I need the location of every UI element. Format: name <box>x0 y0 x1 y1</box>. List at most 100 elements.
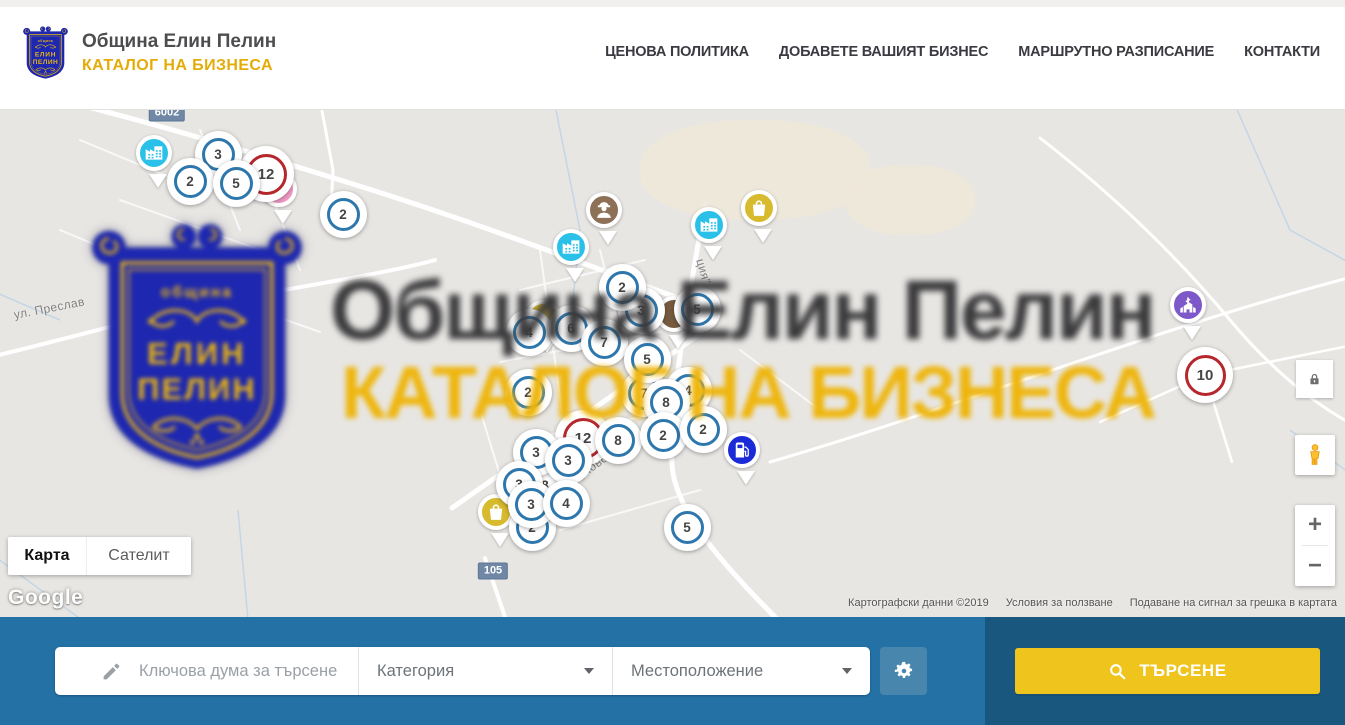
location-dropdown[interactable]: Местоположение <box>612 647 870 695</box>
zoom-in-button[interactable]: + <box>1295 505 1335 545</box>
cluster-count: 2 <box>174 165 207 198</box>
road-number-badge: 105 <box>478 563 508 580</box>
cluster-marker[interactable]: 5 <box>664 504 711 551</box>
bag-icon <box>486 502 506 522</box>
map-attribution: Картографски данни ©2019 Условия за полз… <box>848 597 1337 609</box>
search-bar: Категория Местоположение ТЪРСЕНЕ <box>0 617 1345 725</box>
keyword-section <box>55 647 358 695</box>
pin-tail <box>566 268 584 282</box>
municipality-crest-icon <box>22 25 69 80</box>
keyword-search-input[interactable] <box>139 662 359 681</box>
search-button[interactable]: ТЪРСЕНЕ <box>1015 648 1320 694</box>
cluster-count: 5 <box>631 343 664 376</box>
lock-control[interactable] <box>1296 360 1333 398</box>
factory-icon <box>144 143 164 163</box>
nav-item-contacts[interactable]: КОНТАКТИ <box>1244 44 1320 60</box>
cluster-count: 3 <box>552 444 585 477</box>
cluster-count: 4 <box>550 487 583 520</box>
factory-icon <box>699 215 719 235</box>
gear-icon <box>893 660 915 682</box>
cluster-marker[interactable]: 2 <box>599 264 646 311</box>
site-title: Община Елин Пелин <box>82 31 276 53</box>
pin-tail <box>491 533 509 547</box>
pencil-icon <box>101 661 122 682</box>
search-panel: Категория Местоположение <box>55 647 870 695</box>
cluster-marker[interactable]: 3 <box>545 437 592 484</box>
map-type-map-button[interactable]: Карта <box>8 537 86 575</box>
pin-disc <box>741 190 777 226</box>
pegman-icon <box>1303 443 1327 467</box>
site-subtitle: КАТАЛОГ НА БИЗНЕСА <box>82 57 276 75</box>
cluster-count: 2 <box>512 376 545 409</box>
pin-tail <box>274 210 292 224</box>
magnifier-icon <box>1108 662 1127 681</box>
pin-disc <box>553 229 589 265</box>
cluster-count: 5 <box>220 167 253 200</box>
main-nav: ЦЕНОВА ПОЛИТИКА ДОБАВЕТЕ ВАШИЯТ БИЗНЕС М… <box>605 0 1320 103</box>
cluster-count: 2 <box>327 198 360 231</box>
chevron-down-icon <box>584 668 594 674</box>
cluster-count: 2 <box>606 271 639 304</box>
cluster-marker[interactable]: 4 <box>543 480 590 527</box>
zoom-control: + − <box>1295 505 1335 586</box>
map-type-satellite-button[interactable]: Сателит <box>86 537 191 575</box>
pin-disc <box>724 432 760 468</box>
cluster-marker[interactable]: 5 <box>674 286 721 333</box>
pin-tail <box>704 246 722 260</box>
pin-tail <box>669 335 687 349</box>
cluster-count: 8 <box>602 424 635 457</box>
cluster-count: 5 <box>671 511 704 544</box>
cluster-marker[interactable]: 8 <box>595 417 642 464</box>
pin-disc <box>136 135 172 171</box>
bag-icon <box>749 198 769 218</box>
cluster-marker[interactable]: 2 <box>505 369 552 416</box>
cluster-marker[interactable]: 5 <box>213 160 260 207</box>
category-dropdown[interactable]: Категория <box>358 647 612 695</box>
site-logo[interactable]: Община Елин Пелин КАТАЛОГ НА БИЗНЕСА <box>22 25 276 80</box>
worker-icon <box>594 200 614 220</box>
pin-disc <box>586 192 622 228</box>
attribution-copyright: Картографски данни ©2019 <box>848 597 989 609</box>
pin-tail <box>1183 326 1201 340</box>
church-icon <box>1178 295 1198 315</box>
search-button-label: ТЪРСЕНЕ <box>1139 661 1227 681</box>
zoom-out-button[interactable]: − <box>1295 546 1335 586</box>
pin-disc <box>1170 287 1206 323</box>
cluster-count: 10 <box>1185 355 1226 396</box>
category-dropdown-label: Категория <box>377 662 454 681</box>
cluster-count: 2 <box>687 413 720 446</box>
cluster-count: 7 <box>588 326 621 359</box>
street-view-pegman-button[interactable] <box>1295 435 1335 475</box>
attribution-report-link[interactable]: Подаване на сигнал за грешка в картата <box>1130 597 1337 609</box>
attribution-terms-link[interactable]: Условия за ползване <box>1006 597 1113 609</box>
cluster-count: 2 <box>647 419 680 452</box>
cluster-marker[interactable]: 10 <box>1177 347 1233 403</box>
map-type-control: Карта Сателит <box>8 537 191 575</box>
cluster-count: 5 <box>681 293 714 326</box>
cluster-marker[interactable]: 2 <box>640 412 687 459</box>
google-logo[interactable]: Google <box>8 586 83 610</box>
cluster-marker[interactable]: 5 <box>624 336 671 383</box>
lock-icon <box>1307 372 1322 387</box>
pin-tail <box>737 471 755 485</box>
chevron-down-icon <box>842 668 852 674</box>
fuel-icon <box>732 440 752 460</box>
nav-item-pricing[interactable]: ЦЕНОВА ПОЛИТИКА <box>605 44 749 60</box>
header: Община Елин Пелин КАТАЛОГ НА БИЗНЕСА ЦЕН… <box>0 0 1345 110</box>
pin-disc <box>691 207 727 243</box>
nav-item-bus-schedule[interactable]: МАРШРУТНО РАЗПИСАНИЕ <box>1018 44 1214 60</box>
road-number-badge: 6002 <box>149 110 185 122</box>
google-map[interactable]: 6002105ул. Преславбул. „Новоселция" 1232… <box>0 110 1345 617</box>
advanced-settings-button[interactable] <box>880 647 927 695</box>
cluster-marker[interactable]: 2 <box>680 406 727 453</box>
nav-item-add-business[interactable]: ДОБАВЕТЕ ВАШИЯТ БИЗНЕС <box>779 44 988 60</box>
pin-tail <box>754 229 772 243</box>
cluster-marker[interactable]: 2 <box>167 158 214 205</box>
cluster-marker[interactable]: 7 <box>581 319 628 366</box>
cluster-marker[interactable]: 4 <box>506 309 553 356</box>
cluster-count: 4 <box>513 316 546 349</box>
map-terrain-patch <box>845 165 975 235</box>
cluster-marker[interactable]: 2 <box>320 191 367 238</box>
pin-tail <box>599 231 617 245</box>
pin-tail <box>149 174 167 188</box>
